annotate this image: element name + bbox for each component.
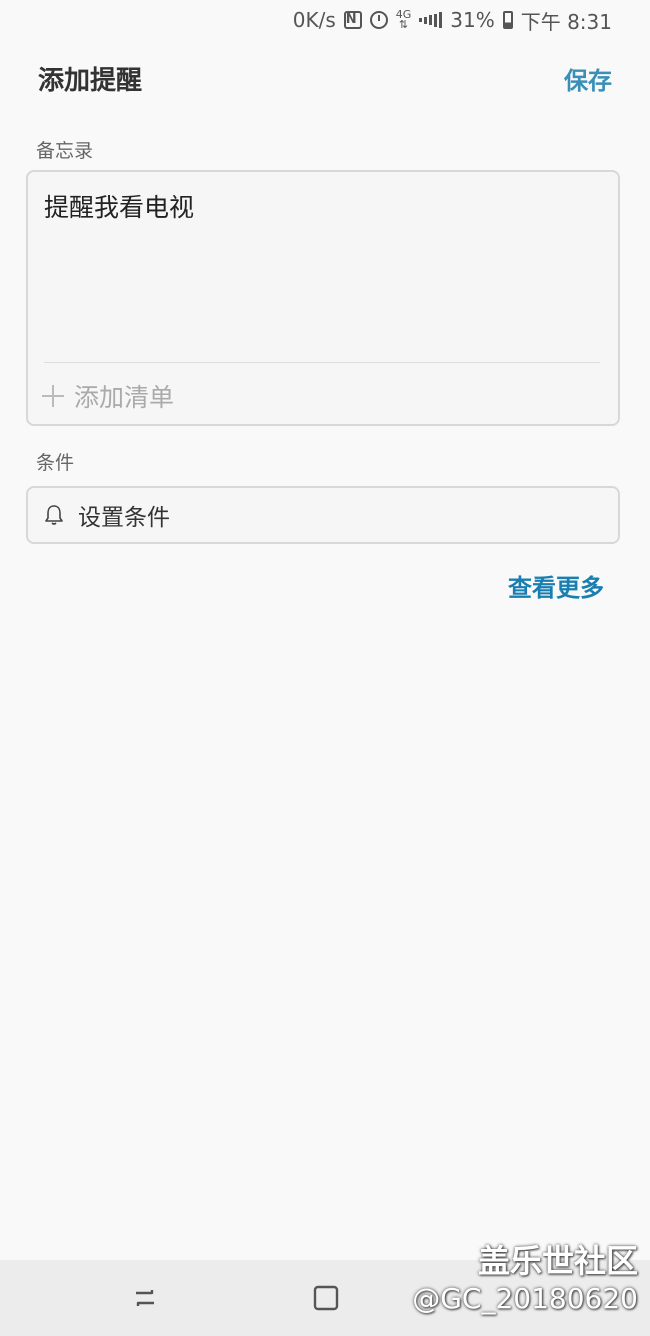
alarm-icon (369, 11, 388, 29)
page-title: 添加提醒 (38, 65, 143, 96)
set-condition-label: 设置条件 (78, 505, 170, 531)
header: 添加提醒 保存 (38, 56, 612, 100)
save-button[interactable]: 保存 (564, 61, 612, 96)
add-list-button[interactable]: 添加清单 (42, 378, 174, 414)
clock: 下午 8:31 (520, 9, 612, 34)
reminder-screen: 0K/s N 4G ⇅ 31% 下午 8:31 添加提醒 保存 备忘录 提醒我看… (0, 0, 650, 1336)
memo-divider (44, 362, 600, 363)
set-condition-button[interactable]: 设置条件 (26, 486, 620, 544)
memo-section-label: 备忘录 (36, 140, 94, 162)
data-arrows-icon: 4G ⇅ (395, 8, 412, 31)
condition-section-label: 条件 (36, 452, 75, 474)
add-list-label: 添加清单 (74, 383, 175, 412)
plus-icon (42, 385, 64, 407)
network-speed: 0K/s (292, 8, 336, 32)
home-icon[interactable] (312, 1284, 340, 1312)
recents-icon[interactable] (130, 1284, 160, 1312)
watermark-title: 盖乐世社区 (477, 1242, 638, 1280)
memo-field[interactable]: 提醒我看电视 添加清单 (26, 170, 620, 426)
watermark-user: @GC_20180620 (412, 1282, 638, 1315)
battery-percent: 31% (450, 8, 495, 32)
battery-icon (502, 11, 513, 29)
status-bar: 0K/s N 4G ⇅ 31% 下午 8:31 (0, 0, 650, 40)
nfc-icon: N (343, 11, 362, 29)
see-more-button[interactable]: 查看更多 (508, 568, 604, 603)
bell-icon (45, 505, 63, 525)
signal-icon (419, 12, 443, 28)
memo-text[interactable]: 提醒我看电视 (44, 188, 194, 224)
